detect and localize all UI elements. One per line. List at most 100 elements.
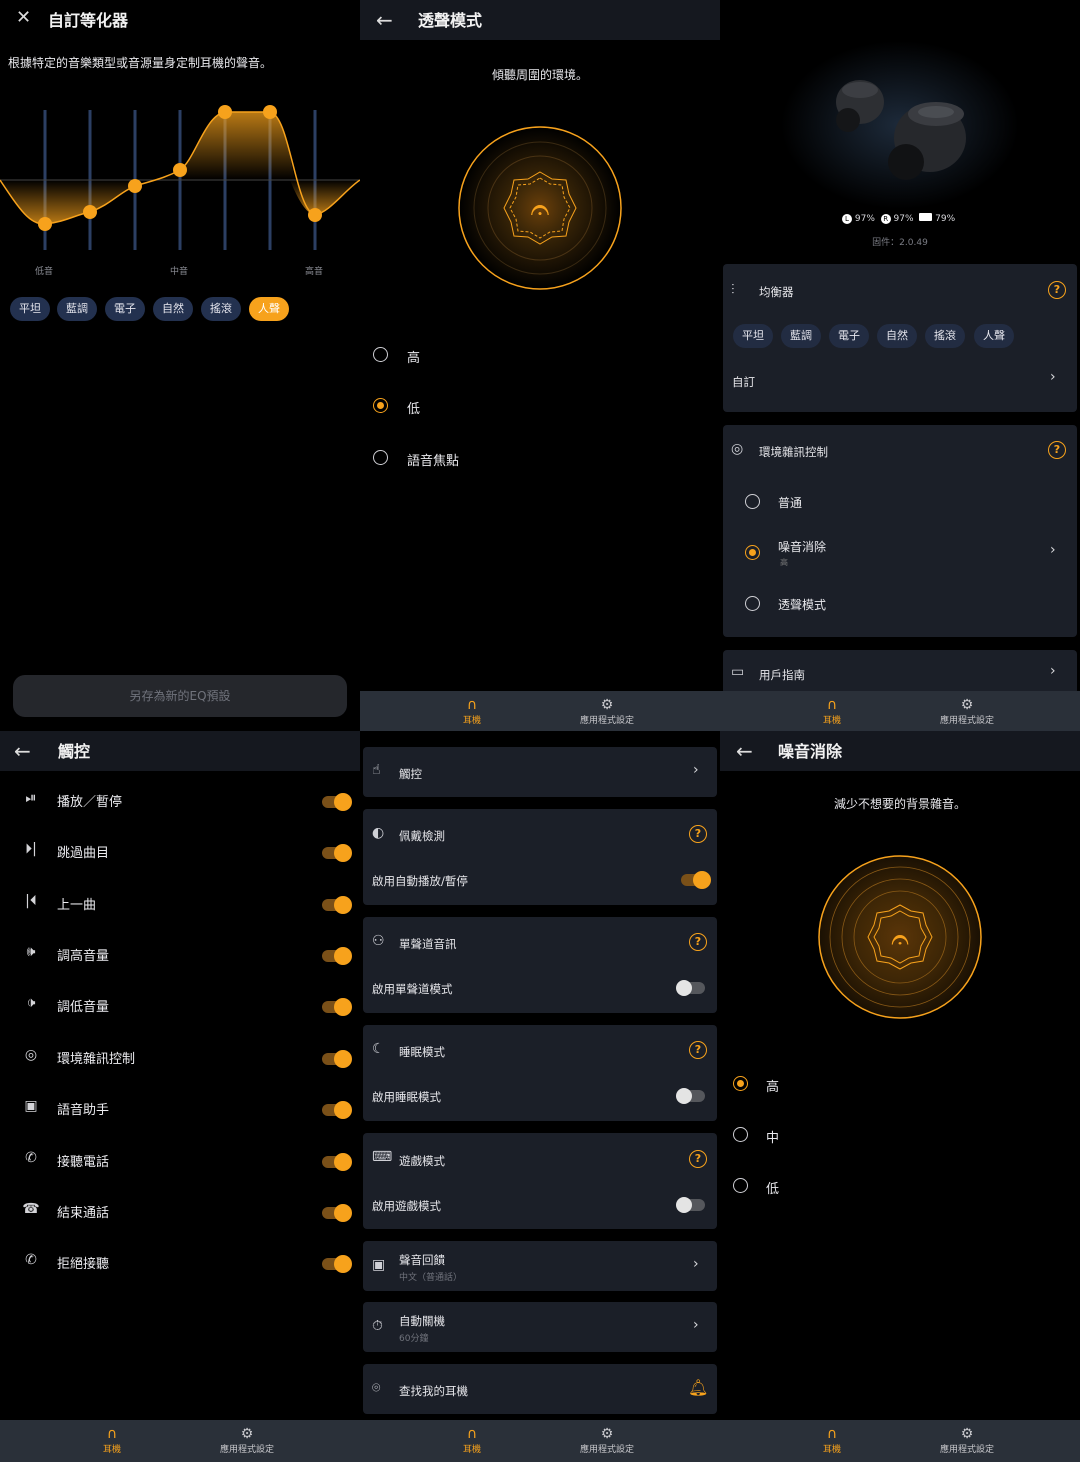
touch-toggle[interactable] <box>322 947 352 965</box>
transparency-option-high[interactable] <box>373 347 388 362</box>
anc-option-noise-cancel[interactable] <box>745 545 760 560</box>
bottom-nav: ∩ 耳機 ⚙ 應用程式設定 ∩ 耳機 ⚙ 應用程式設定 <box>360 691 1080 733</box>
previous-icon: |⏴ <box>25 893 37 909</box>
user-guide-row[interactable]: ▭ 用戶指南 › <box>723 650 1077 691</box>
back-arrow-icon[interactable]: ← <box>376 8 396 32</box>
nav-app-settings[interactable]: ⚙ 應用程式設定 <box>197 1426 297 1455</box>
eq-preset-chip[interactable]: 平坦 <box>10 297 50 321</box>
option-label: 普通 <box>778 496 803 510</box>
device-panel: L 97% R 97% 79% 固件：2.0.49 ⫶ 均衡器 ? 平坦 藍調 … <box>720 0 1080 691</box>
nc-option-low[interactable] <box>733 1178 748 1193</box>
transparency-option-voice-focus[interactable] <box>373 450 388 465</box>
eq-preset-chip[interactable]: 平坦 <box>733 324 773 348</box>
eq-preset-chip[interactable]: 電子 <box>829 324 869 348</box>
option-label: 高 <box>766 1080 780 1095</box>
nav-app-settings[interactable]: ⚙ 應用程式設定 <box>917 697 1017 726</box>
anc-option-transparency[interactable] <box>745 596 760 611</box>
help-icon[interactable]: ? <box>689 1150 707 1168</box>
voice-prompt-row[interactable]: ▣ 聲音回饋 中文（普通話） › <box>363 1241 717 1291</box>
eq-header: ✕ 自訂等化器 <box>0 0 360 40</box>
nav-headphones[interactable]: ∩ 耳機 <box>782 697 882 726</box>
chevron-right-icon[interactable]: › <box>693 762 699 778</box>
eq-preset-chip-active[interactable]: 人聲 <box>249 297 289 321</box>
nav-label: 耳機 <box>102 1445 121 1455</box>
help-icon[interactable]: ? <box>1048 281 1066 299</box>
chevron-right-icon[interactable]: › <box>1050 369 1056 385</box>
nav-headphones[interactable]: ∩ 耳機 <box>422 697 522 726</box>
headphones-icon: ∩ <box>466 697 478 713</box>
wear-detect-card: ◐ 佩戴檢測 ? 啟用自動播放/暫停 <box>363 809 717 905</box>
transparency-option-low[interactable] <box>373 398 388 413</box>
eq-preset-chip[interactable]: 搖滾 <box>925 324 965 348</box>
touch-row-link[interactable]: ☝ 觸控 › <box>363 747 717 797</box>
nc-option-high[interactable] <box>733 1076 748 1091</box>
nav-headphones[interactable]: ∩ 耳機 <box>62 1426 162 1455</box>
touch-toggle[interactable] <box>322 998 352 1016</box>
eq-preset-chip[interactable]: 藍調 <box>781 324 821 348</box>
touch-header: ← 觸控 <box>0 731 360 771</box>
eq-custom-link[interactable]: 自訂 <box>732 374 755 390</box>
bell-icon[interactable]: 🔔︎ <box>688 1378 708 1397</box>
chevron-right-icon[interactable]: › <box>693 1317 699 1333</box>
nav-app-settings[interactable]: ⚙ 應用程式設定 <box>557 697 657 726</box>
nav-app-settings[interactable]: ⚙ 應用程式設定 <box>917 1426 1017 1455</box>
eq-preset-chip[interactable]: 人聲 <box>974 324 1014 348</box>
touch-toggle[interactable] <box>322 1153 352 1171</box>
option-label: 低 <box>407 402 421 417</box>
touch-toggle[interactable] <box>322 1204 352 1222</box>
mono-card: ⚇ 單聲道音訊 ? 啟用單聲道模式 <box>363 917 717 1013</box>
touch-toggle[interactable] <box>322 793 352 811</box>
chevron-right-icon[interactable]: › <box>1050 663 1056 679</box>
find-earbuds-row[interactable]: ⌾ 查找我的耳機 🔔︎ <box>363 1364 717 1414</box>
wear-detect-toggle[interactable] <box>681 871 711 889</box>
mono-toggle[interactable] <box>676 980 705 996</box>
chevron-right-icon[interactable]: › <box>1050 542 1056 558</box>
touch-toggle[interactable] <box>322 1101 352 1119</box>
touch-toggle[interactable] <box>322 1255 352 1273</box>
transparency-panel: ← 透聲模式 傾聽周圍的環境。 𝄐 高 低 語音焦點 <box>360 0 720 691</box>
nc-option-medium[interactable] <box>733 1127 748 1142</box>
touch-toggle[interactable] <box>322 1050 352 1068</box>
nc-description: 減少不想要的背景雜音。 <box>833 797 966 811</box>
auto-off-title: 自動關機 <box>399 1314 445 1328</box>
eq-preset-chip[interactable]: 電子 <box>105 297 145 321</box>
save-eq-button[interactable]: 另存為新的EQ預設 <box>13 675 347 717</box>
nav-headphones[interactable]: ∩ 耳機 <box>422 1426 522 1455</box>
touch-toggle[interactable] <box>322 896 352 914</box>
volume-up-icon: 🕪 <box>26 944 36 960</box>
help-icon[interactable]: ? <box>689 825 707 843</box>
eq-preset-chip[interactable]: 自然 <box>877 324 917 348</box>
game-toggle[interactable] <box>676 1197 705 1213</box>
touch-panel: ← 觸控 ⏯ 播放／暫停 ⏵| 跳過曲目 |⏴ 上一曲 🕪 調高音量 🕩 調低音量 ◎ 環境… <box>0 731 360 1420</box>
chevron-right-icon[interactable]: › <box>693 1256 699 1272</box>
eq-curve-graph[interactable] <box>0 100 360 260</box>
eq-preset-chip[interactable]: 搖滾 <box>201 297 241 321</box>
eq-description: 根據特定的音樂類型或音源量身定制耳機的聲音。 <box>8 56 273 70</box>
option-label: 低 <box>766 1182 780 1197</box>
anc-option-normal[interactable] <box>745 494 760 509</box>
touch-row: ⏯ 播放／暫停 <box>0 787 360 817</box>
help-icon[interactable]: ? <box>1048 441 1066 459</box>
nav-app-settings[interactable]: ⚙ 應用程式設定 <box>557 1426 657 1455</box>
touch-toggle[interactable] <box>322 844 352 862</box>
find-earbuds-label: 查找我的耳機 <box>399 1384 468 1398</box>
nc-panel: ← 噪音消除 減少不想要的背景雜音。 𝄐 高 中 低 <box>720 731 1080 1420</box>
auto-off-row[interactable]: ⏱ 自動關機 60分鐘 › <box>363 1302 717 1352</box>
back-arrow-icon[interactable]: ← <box>14 739 34 763</box>
nav-label: 耳機 <box>462 716 481 726</box>
headphones-icon: ∩ <box>106 1426 118 1442</box>
nav-headphones[interactable]: ∩ 耳機 <box>782 1426 882 1455</box>
nc-ear-graphic: 𝄐 <box>818 855 982 1019</box>
speech-icon: ▣ <box>372 1257 386 1273</box>
back-arrow-icon[interactable]: ← <box>736 739 756 763</box>
case-icon <box>919 213 933 221</box>
sleep-toggle[interactable] <box>676 1088 705 1104</box>
equalizer-title: 均衡器 <box>759 285 794 299</box>
help-icon[interactable]: ? <box>689 933 707 951</box>
assistant-icon: ▣ <box>24 1098 38 1114</box>
eq-preset-chip[interactable]: 自然 <box>153 297 193 321</box>
close-icon[interactable]: ✕ <box>16 7 36 29</box>
bottom-nav: ∩ 耳機 ⚙ 應用程式設定 ∩ 耳機 ⚙ 應用程式設定 ∩ 耳機 ⚙ 應用程式設定 <box>0 1420 1080 1462</box>
eq-preset-chip[interactable]: 藍調 <box>57 297 97 321</box>
help-icon[interactable]: ? <box>689 1041 707 1059</box>
